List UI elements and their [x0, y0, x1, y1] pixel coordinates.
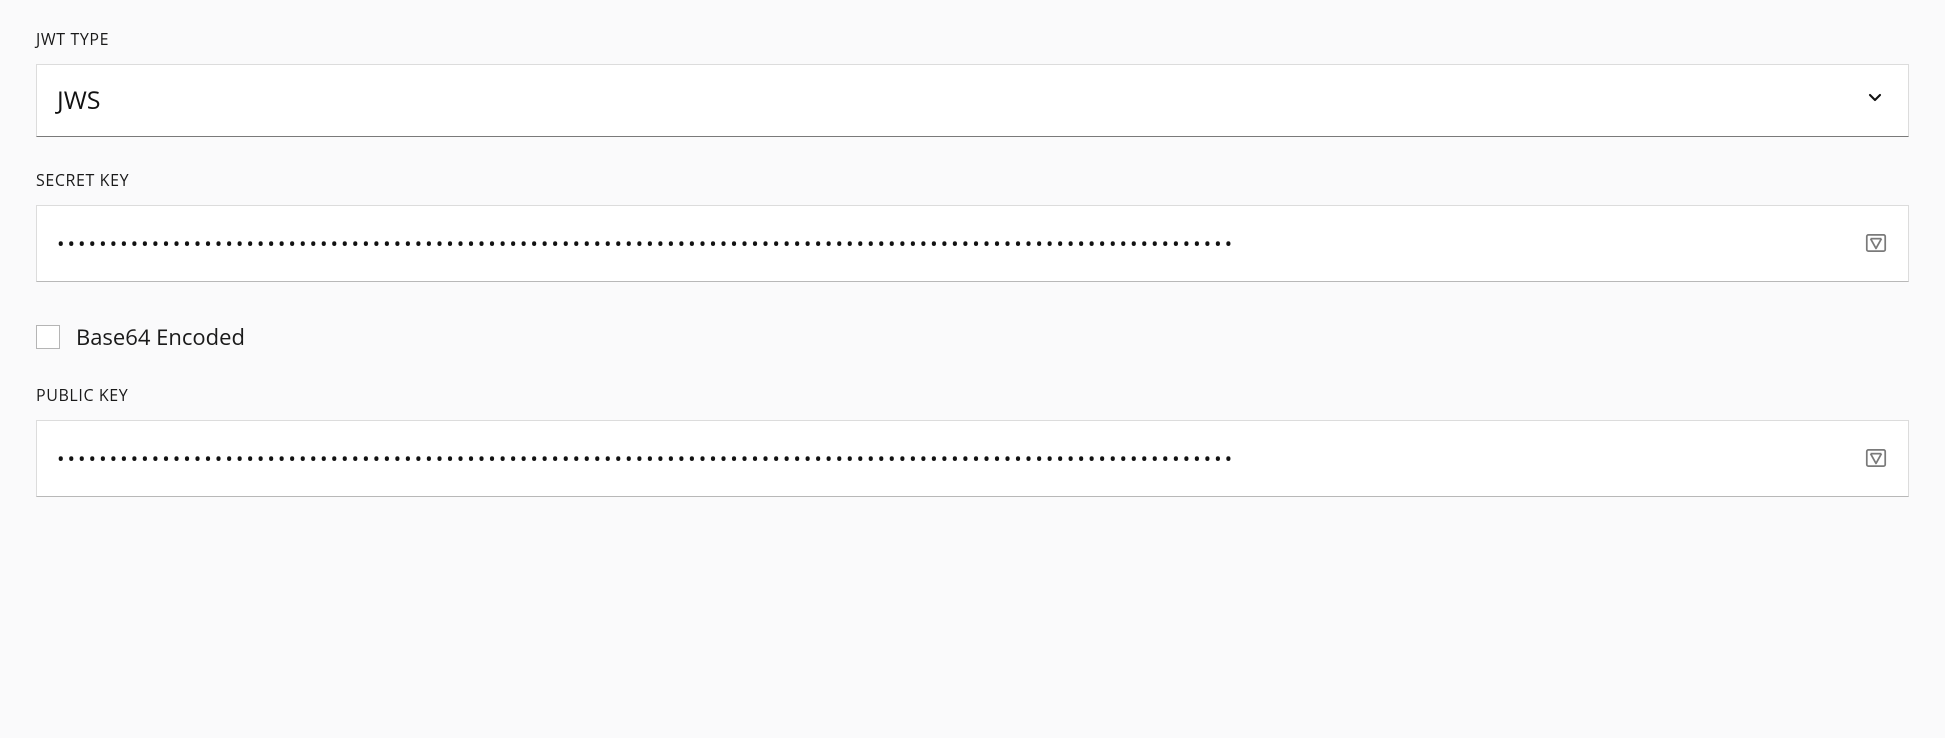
reveal-password-icon[interactable] [1863, 445, 1889, 471]
base64-checkbox[interactable] [36, 325, 60, 349]
secret-key-label: SECRET KEY [36, 169, 1909, 191]
base64-checkbox-row: Base64 Encoded [36, 322, 1909, 352]
jwt-type-field: JWT TYPE JWS [36, 28, 1909, 137]
secret-key-input[interactable] [36, 205, 1909, 282]
jwt-type-select[interactable]: JWS [36, 64, 1909, 137]
reveal-password-icon[interactable] [1863, 230, 1889, 256]
base64-checkbox-label[interactable]: Base64 Encoded [76, 322, 245, 352]
public-key-input[interactable] [36, 420, 1909, 497]
public-key-field: PUBLIC KEY [36, 384, 1909, 497]
jwt-type-label: JWT TYPE [36, 28, 1909, 50]
secret-key-input-wrap [36, 205, 1909, 282]
public-key-label: PUBLIC KEY [36, 384, 1909, 406]
secret-key-field: SECRET KEY [36, 169, 1909, 282]
public-key-input-wrap [36, 420, 1909, 497]
jwt-type-select-wrap: JWS [36, 64, 1909, 137]
